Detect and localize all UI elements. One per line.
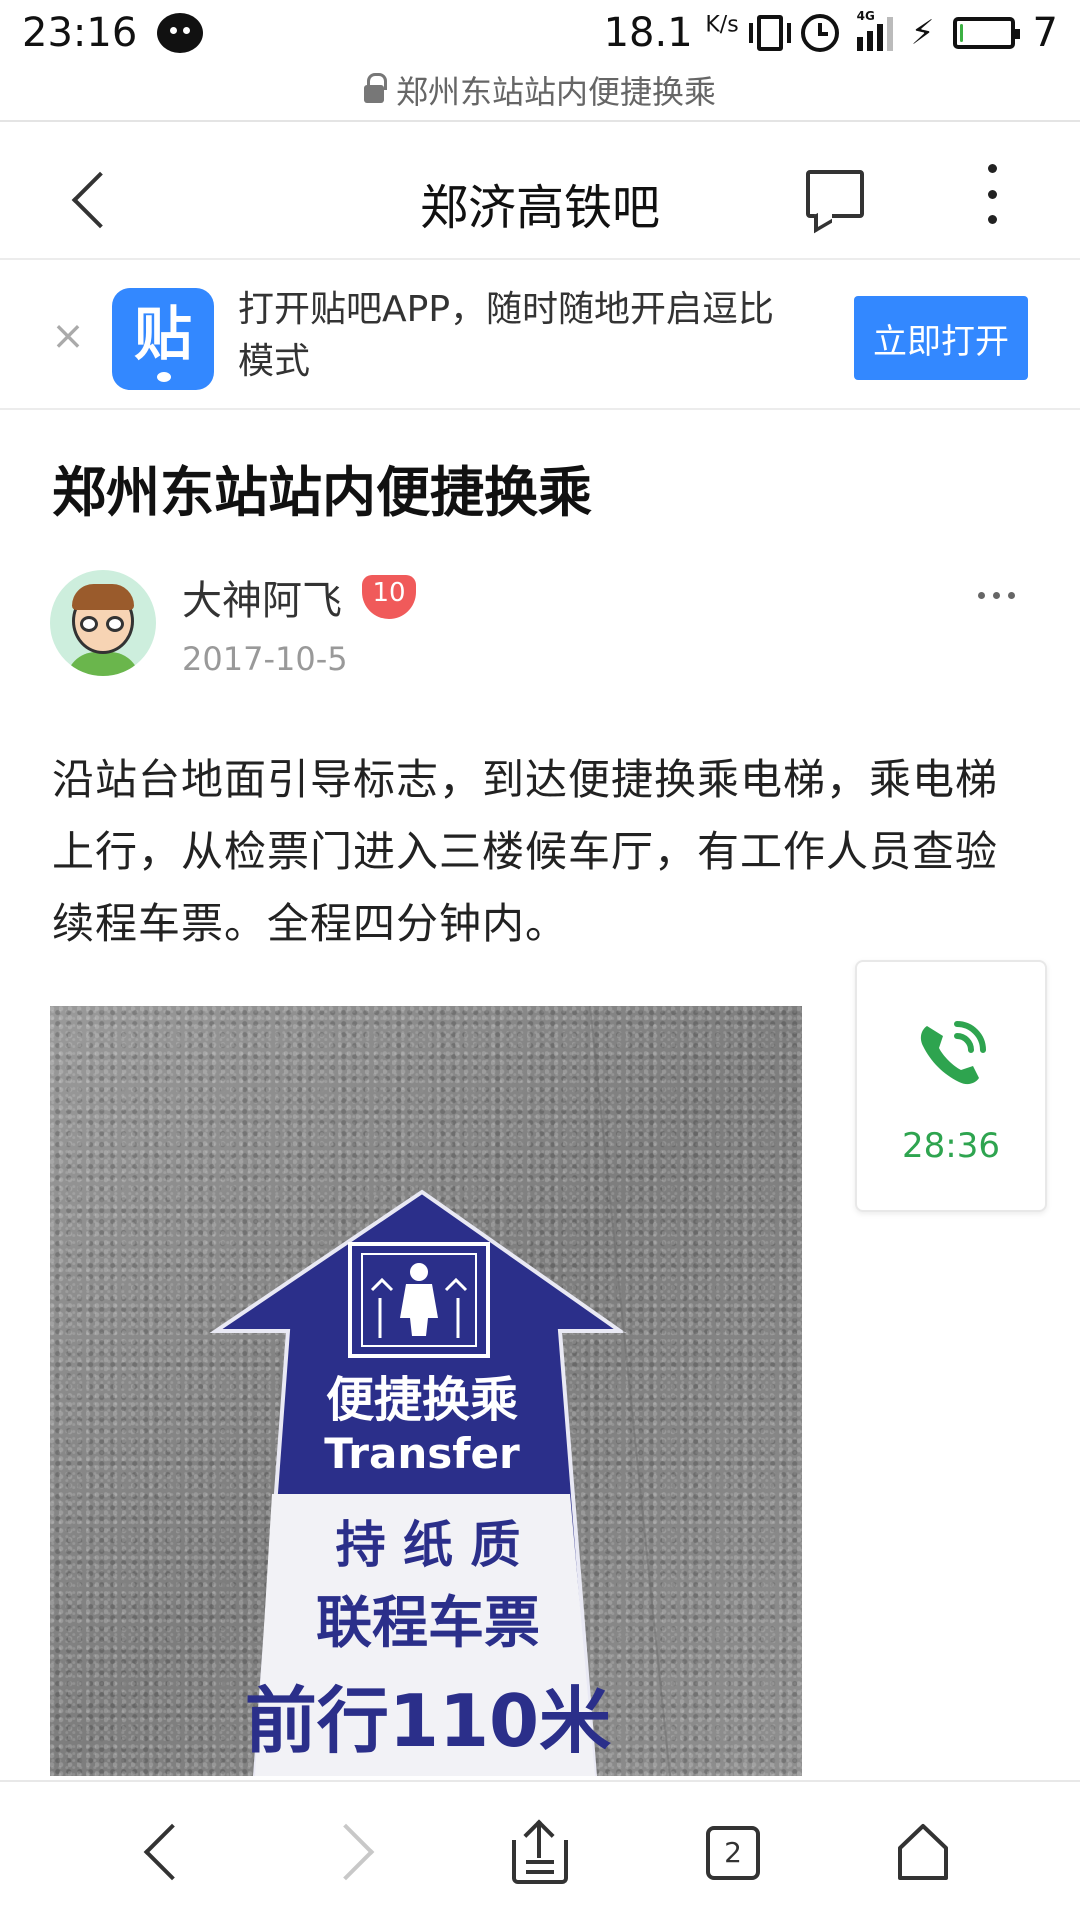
alarm-icon: [800, 14, 839, 52]
charging-icon: ⚡: [910, 13, 935, 53]
post-date: 2017-10-5: [182, 640, 348, 678]
home-icon[interactable]: [888, 1818, 958, 1888]
status-icons: 18.1 K/s 4G ⚡ 7: [603, 9, 1058, 56]
wechat-icon: [157, 13, 204, 53]
post-title: 郑州东站站内便捷换乘: [52, 461, 592, 524]
more-vertical-icon[interactable]: [986, 164, 998, 224]
author-info: 大神阿飞 10: [182, 568, 416, 626]
transfer-sign-photo: 便捷换乘 Transfer 持 纸 质 联程车票 前行110米: [209, 1006, 671, 1776]
sign-line-3: 前行110米: [245, 1679, 611, 1763]
sign-line-1: 持 纸 质: [336, 1516, 521, 1574]
lock-icon: [363, 73, 387, 103]
more-horizontal-icon[interactable]: [978, 592, 1015, 599]
level-badge: 10: [362, 575, 416, 619]
post-image[interactable]: 便捷换乘 Transfer 持 纸 质 联程车票 前行110米: [50, 1006, 802, 1776]
sign-title: 便捷换乘: [326, 1372, 518, 1428]
share-icon[interactable]: [506, 1818, 576, 1888]
tabs-icon[interactable]: 2: [698, 1818, 768, 1888]
sign-subtitle: Transfer: [324, 1429, 520, 1478]
vibrate-icon: [748, 15, 791, 51]
avatar[interactable]: [50, 570, 156, 676]
browser-bottom-nav: 2: [0, 1780, 1080, 1920]
banner-text: 打开贴吧APP，随时随地开启逗比模式: [238, 289, 775, 382]
nav-forward-icon[interactable]: [318, 1818, 388, 1888]
battery-level: 7: [1032, 10, 1058, 56]
nav-back-icon[interactable]: [128, 1818, 198, 1888]
tab-count: 2: [706, 1826, 760, 1880]
forum-header: 郑济高铁吧: [0, 140, 1080, 260]
url-bar[interactable]: 郑州东站站内便捷换乘: [0, 70, 1080, 122]
signal-icon: 4G: [856, 9, 893, 51]
open-app-button[interactable]: 立即打开: [854, 296, 1028, 380]
author-name[interactable]: 大神阿飞: [182, 568, 342, 626]
tieba-logo: 贴: [112, 288, 214, 390]
forum-title[interactable]: 郑济高铁吧: [0, 168, 1080, 238]
comment-icon[interactable]: [806, 170, 864, 218]
url-title: 郑州东站站内便捷换乘: [395, 73, 716, 111]
phone-call-icon: [920, 1021, 986, 1085]
network-speed: 18.1 K/s: [603, 10, 739, 56]
battery-icon: [952, 17, 1020, 49]
call-duration: 28:36: [902, 1126, 1000, 1166]
post-content: 沿站台地面引导标志，到达便捷换乘电梯，乘电梯上行，从检票门进入三楼候车厅，有工作…: [52, 755, 999, 948]
network-type: 4G: [856, 9, 875, 23]
status-bar: 23:16 18.1 K/s 4G ⚡ 7: [0, 0, 1080, 66]
call-floating-widget[interactable]: 28:36: [855, 960, 1047, 1212]
status-time: 23:16: [22, 10, 138, 56]
app-download-banner: × 贴 打开贴吧APP，随时随地开启逗比模式 立即打开: [0, 262, 1080, 410]
sign-line-2: 联程车票: [316, 1591, 540, 1656]
close-icon[interactable]: ×: [50, 316, 86, 356]
